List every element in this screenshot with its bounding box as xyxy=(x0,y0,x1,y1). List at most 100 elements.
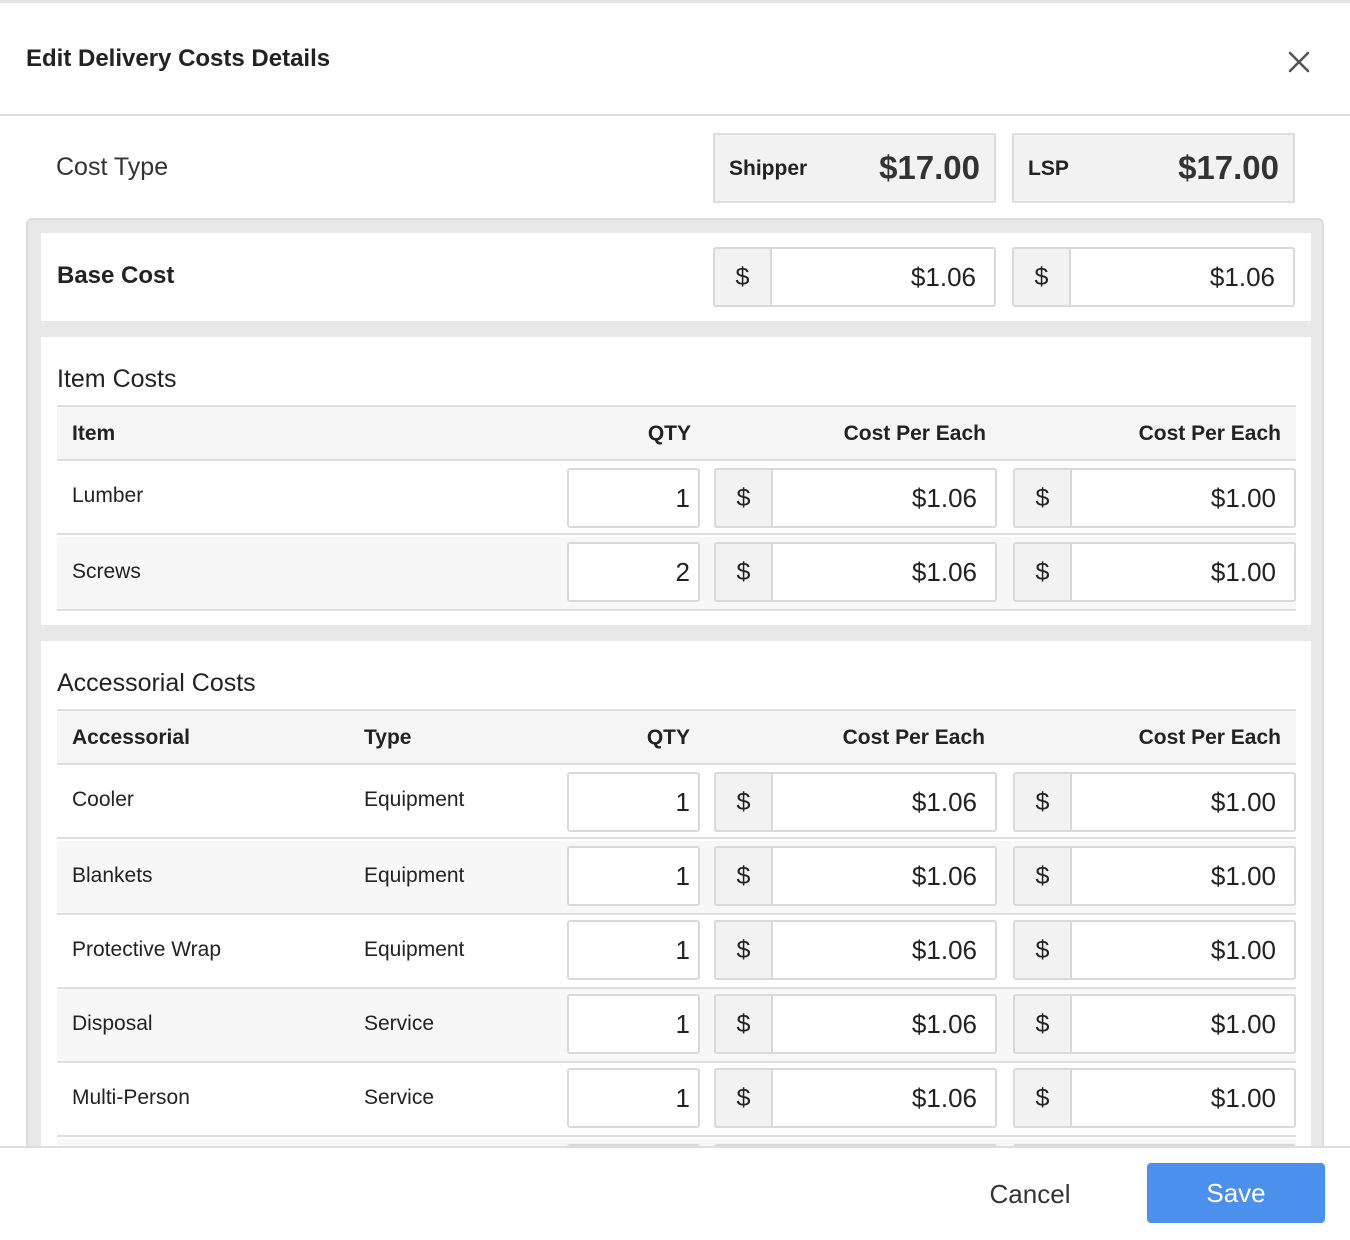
column-header-shipper-cost: Cost Per Each xyxy=(843,422,986,445)
column-header-shipper-cost: Cost Per Each xyxy=(842,726,985,749)
currency-addon: $ xyxy=(1015,848,1072,904)
lsp-cost-input[interactable] xyxy=(1072,1070,1294,1126)
column-header-lsp-cost: Cost Per Each xyxy=(1138,726,1281,749)
cost-type-label: Cost Type xyxy=(56,153,169,181)
accessorial-name: Protective Wrap xyxy=(72,938,221,961)
lsp-cost-group: $ xyxy=(1013,542,1296,602)
table-row: Cooler Equipment $ $ xyxy=(57,765,1296,839)
shipper-cost-input[interactable] xyxy=(773,544,995,600)
column-header-qty: QTY xyxy=(646,726,690,749)
column-header-accessorial: Accessorial xyxy=(72,726,190,749)
qty-input[interactable] xyxy=(567,1068,700,1128)
accessorial-type: Equipment xyxy=(364,864,465,887)
base-cost-label: Base Cost xyxy=(57,262,175,289)
currency-addon: $ xyxy=(1015,470,1072,526)
qty-input[interactable] xyxy=(567,846,700,906)
shipper-total-amount: $17.00 xyxy=(879,149,980,186)
table-row: Lumber $ $ xyxy=(57,461,1296,535)
edit-delivery-costs-modal: Edit Delivery Costs Details Cost Type Sh… xyxy=(0,0,1350,1240)
currency-addon: $ xyxy=(1015,544,1072,600)
item-costs-title: Item Costs xyxy=(57,365,177,393)
table-row: Screws $ $ xyxy=(57,537,1296,611)
currency-addon: $ xyxy=(716,922,773,978)
shipper-cost-input[interactable] xyxy=(773,996,995,1052)
lsp-cost-group: $ xyxy=(1013,1068,1296,1128)
cancel-button[interactable]: Cancel xyxy=(955,1166,1105,1222)
shipper-cost-group: $ xyxy=(714,542,997,602)
column-header-qty: QTY xyxy=(647,422,691,445)
base-cost-lsp-group: $ xyxy=(1012,247,1295,307)
currency-addon: $ xyxy=(1015,922,1072,978)
accessorial-type: Equipment xyxy=(364,788,465,811)
cost-type-row: Cost Type Shipper $17.00 LSP $17.00 xyxy=(0,117,1350,217)
shipper-cost-input[interactable] xyxy=(773,922,995,978)
qty-input[interactable] xyxy=(567,542,700,602)
lsp-cost-input[interactable] xyxy=(1072,996,1294,1052)
accessorial-type: Service xyxy=(364,1086,435,1109)
currency-addon: $ xyxy=(1015,774,1072,830)
currency-addon: $ xyxy=(716,1070,773,1126)
item-costs-card: Item Costs Item QTY Cost Per Each Cost P… xyxy=(41,337,1311,625)
modal-header: Edit Delivery Costs Details xyxy=(0,3,1350,116)
shipper-cost-group: $ xyxy=(714,920,997,980)
shipper-cost-input[interactable] xyxy=(773,1070,995,1126)
costs-scroll-area[interactable]: Base Cost $ $ Item Costs Item QTY Cost P… xyxy=(26,218,1324,1147)
base-cost-card: Base Cost $ $ xyxy=(41,233,1311,321)
lsp-cost-group: $ xyxy=(1013,994,1296,1054)
item-name: Lumber xyxy=(72,484,144,507)
shipper-cost-input[interactable] xyxy=(773,470,995,526)
column-header-type: Type xyxy=(364,726,412,749)
accessorial-name: Multi-Person xyxy=(72,1086,190,1109)
currency-addon: $ xyxy=(716,774,773,830)
shipper-cost-group: $ xyxy=(714,994,997,1054)
lsp-total-box: LSP $17.00 xyxy=(1012,133,1295,203)
lsp-cost-group: $ xyxy=(1013,920,1296,980)
lsp-cost-input[interactable] xyxy=(1072,774,1294,830)
close-button[interactable] xyxy=(1280,43,1318,81)
base-cost-shipper-group: $ xyxy=(713,247,996,307)
close-icon xyxy=(1288,51,1310,73)
currency-addon: $ xyxy=(716,848,773,904)
shipper-cost-group: $ xyxy=(714,468,997,528)
currency-addon: $ xyxy=(715,249,772,305)
qty-input[interactable] xyxy=(567,772,700,832)
accessorial-table-header: Accessorial Type QTY Cost Per Each Cost … xyxy=(57,709,1296,765)
save-button[interactable]: Save xyxy=(1147,1163,1325,1223)
shipper-cost-group: $ xyxy=(714,1068,997,1128)
shipper-total-label: Shipper xyxy=(729,157,808,180)
base-cost-lsp-input[interactable] xyxy=(1071,249,1293,305)
accessorial-costs-card: Accessorial Costs Accessorial Type QTY C… xyxy=(41,641,1311,1147)
currency-addon: $ xyxy=(1015,1070,1072,1126)
shipper-cost-group: $ xyxy=(714,772,997,832)
currency-addon: $ xyxy=(1014,249,1071,305)
base-cost-shipper-input[interactable] xyxy=(772,249,994,305)
accessorial-name: Disposal xyxy=(72,1012,153,1035)
currency-addon: $ xyxy=(716,996,773,1052)
table-row: Multi-Person Service $ $ xyxy=(57,1063,1296,1137)
lsp-cost-input[interactable] xyxy=(1072,848,1294,904)
shipper-total-box: Shipper $17.00 xyxy=(713,133,996,203)
qty-input[interactable] xyxy=(567,468,700,528)
lsp-cost-group: $ xyxy=(1013,846,1296,906)
item-costs-table-header: Item QTY Cost Per Each Cost Per Each xyxy=(57,405,1296,461)
lsp-total-label: LSP xyxy=(1028,157,1069,180)
qty-input[interactable] xyxy=(567,920,700,980)
lsp-total-amount: $17.00 xyxy=(1178,149,1279,186)
lsp-cost-group: $ xyxy=(1013,772,1296,832)
column-header-lsp-cost: Cost Per Each xyxy=(1138,422,1281,445)
currency-addon: $ xyxy=(1015,996,1072,1052)
currency-addon: $ xyxy=(716,544,773,600)
table-row: Disposal Service $ $ xyxy=(57,989,1296,1063)
column-header-item: Item xyxy=(72,422,116,445)
accessorial-type: Service xyxy=(364,1012,435,1035)
qty-input[interactable] xyxy=(567,994,700,1054)
lsp-cost-input[interactable] xyxy=(1072,544,1294,600)
accessorial-type: Equipment xyxy=(364,938,465,961)
lsp-cost-input[interactable] xyxy=(1072,922,1294,978)
accessorial-costs-title: Accessorial Costs xyxy=(57,669,256,697)
shipper-cost-input[interactable] xyxy=(773,774,995,830)
accessorial-name: Blankets xyxy=(72,864,153,887)
lsp-cost-input[interactable] xyxy=(1072,470,1294,526)
shipper-cost-group: $ xyxy=(714,846,997,906)
shipper-cost-input[interactable] xyxy=(773,848,995,904)
